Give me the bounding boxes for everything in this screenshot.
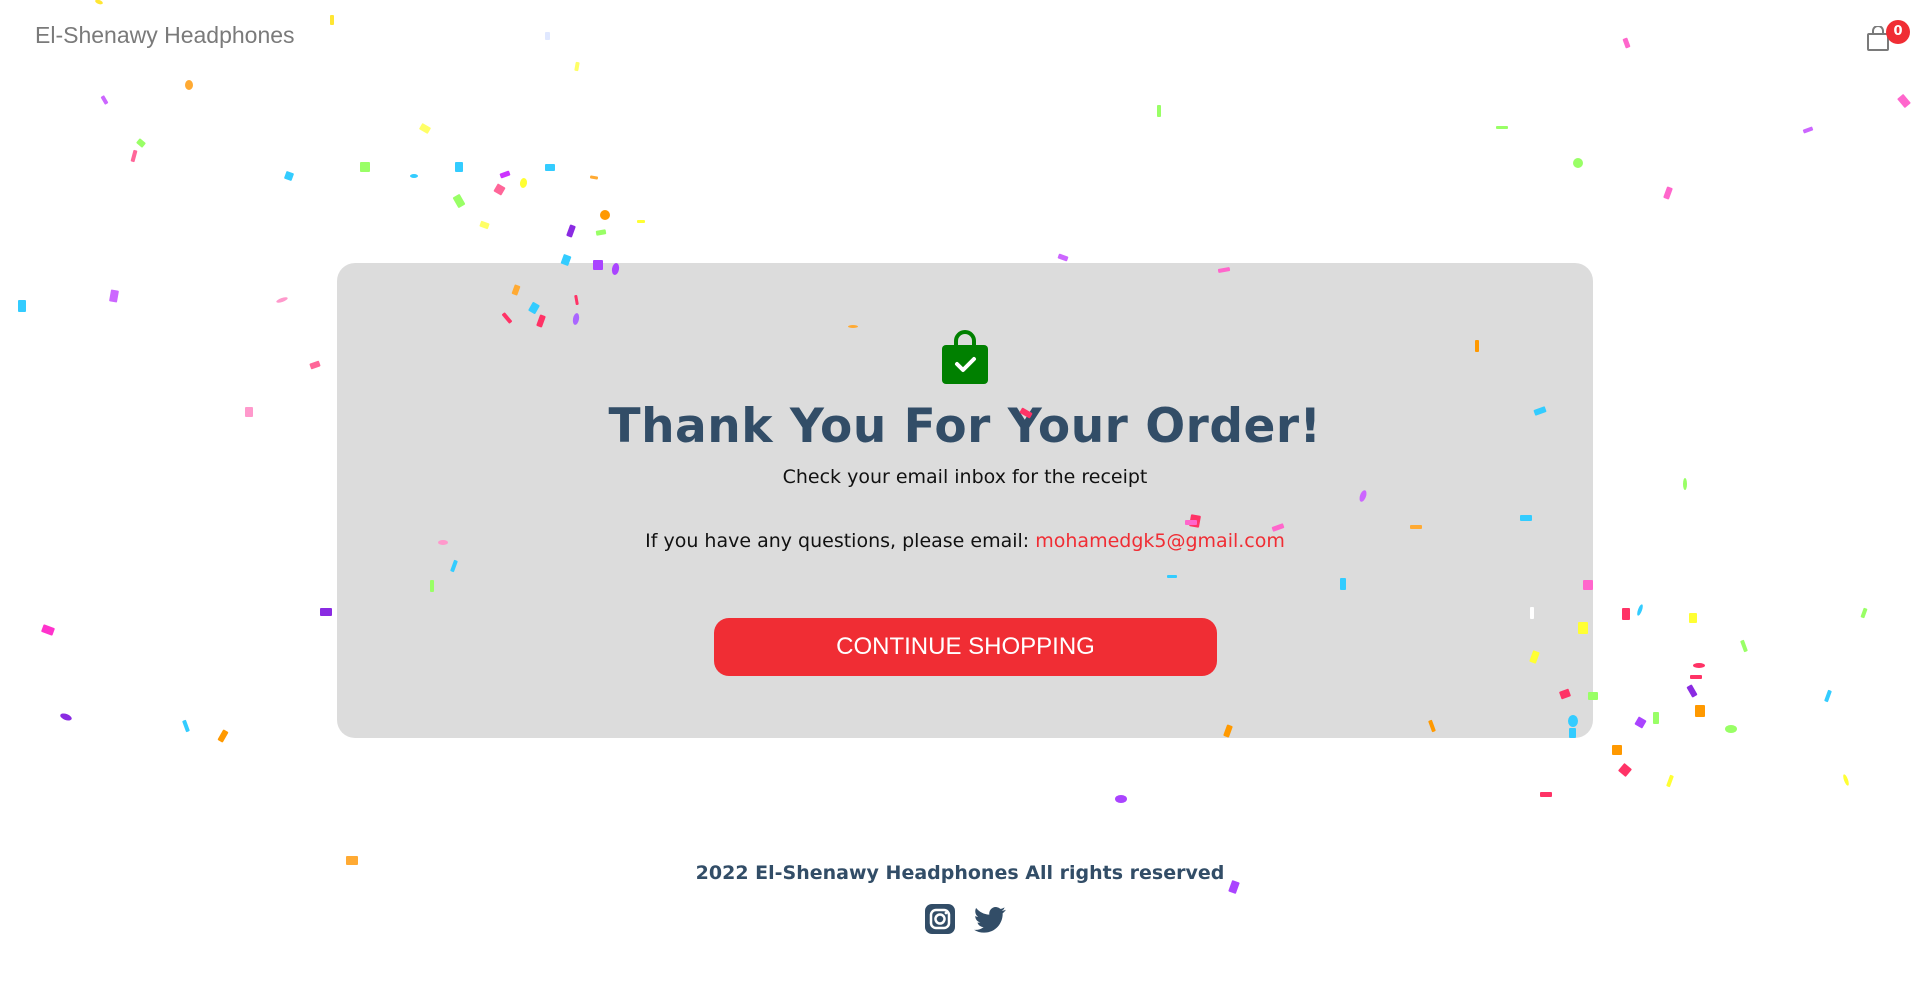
confetti-piece xyxy=(410,174,418,178)
confetti-piece xyxy=(1653,712,1659,724)
instagram-icon[interactable] xyxy=(925,904,955,934)
cart-count-badge: 0 xyxy=(1886,20,1910,44)
confetti-piece xyxy=(455,162,463,172)
questions-text: If you have any questions, please email:… xyxy=(337,530,1593,552)
confetti-piece xyxy=(479,220,490,230)
confetti-piece xyxy=(1496,126,1508,129)
confetti-piece xyxy=(1636,603,1644,617)
confetti-piece xyxy=(59,712,73,722)
confetti-piece xyxy=(499,170,511,179)
receipt-text: Check your email inbox for the receipt xyxy=(782,466,1148,488)
confetti-piece xyxy=(600,210,610,220)
confetti-piece xyxy=(360,162,370,172)
confetti-piece xyxy=(1157,105,1161,117)
confetti-piece xyxy=(1740,639,1748,653)
twitter-icon[interactable] xyxy=(974,906,1006,934)
confetti-piece xyxy=(1897,93,1911,109)
confetti-piece xyxy=(1573,158,1583,168)
success-bag-icon xyxy=(942,330,988,384)
confetti-piece xyxy=(493,183,506,196)
confetti-piece xyxy=(136,138,146,148)
confetti-piece xyxy=(1802,126,1814,134)
questions-label: If you have any questions, please email: xyxy=(645,530,1030,552)
confetti-piece xyxy=(1115,795,1127,803)
confetti-piece xyxy=(1057,253,1069,262)
confetti-piece xyxy=(217,729,229,743)
confetti-piece xyxy=(1683,478,1687,490)
confetti-piece xyxy=(1663,186,1673,200)
confetti-piece xyxy=(1690,675,1702,679)
confetti-piece xyxy=(1695,705,1705,717)
confetti-piece xyxy=(275,296,289,304)
confetti-piece xyxy=(545,164,555,171)
confetti-piece xyxy=(1693,663,1705,668)
confetti-piece xyxy=(589,175,599,180)
confetti-piece xyxy=(182,719,190,733)
copyright-text: 2022 El-Shenawy Headphones All rights re… xyxy=(695,862,1225,884)
confetti-piece xyxy=(1666,774,1674,788)
confetti-piece xyxy=(1686,684,1698,698)
success-card: Thank You For Your Order! Check your ema… xyxy=(337,263,1593,738)
confetti-piece xyxy=(320,608,332,616)
confetti-piece xyxy=(130,149,138,163)
confetti-piece xyxy=(40,624,56,636)
confetti-piece xyxy=(185,80,193,90)
confetti-piece xyxy=(595,229,607,236)
confetti-piece xyxy=(418,122,432,135)
email-link[interactable]: mohamedgk5@gmail.com xyxy=(1035,530,1285,552)
confetti-piece xyxy=(245,407,253,417)
confetti-piece xyxy=(637,220,645,223)
confetti-piece xyxy=(18,300,26,312)
logo-link[interactable]: El-Shenawy Headphones xyxy=(35,22,295,49)
confetti-piece xyxy=(100,95,109,105)
social-links xyxy=(0,904,1920,938)
confetti-piece xyxy=(1540,792,1552,797)
continue-shopping-button[interactable]: CONTINUE SHOPPING xyxy=(714,618,1217,676)
confetti-piece xyxy=(1612,745,1622,755)
confetti-piece xyxy=(452,193,466,209)
confetti-piece xyxy=(1824,689,1832,703)
confetti-piece xyxy=(1860,607,1868,619)
thank-you-title: Thank You For Your Order! xyxy=(608,399,1322,454)
confetti-piece xyxy=(1617,762,1633,778)
confetti-piece xyxy=(1634,716,1647,729)
navbar: El-Shenawy Headphones 0 xyxy=(0,0,1920,76)
confetti-piece xyxy=(283,170,295,182)
cart-button[interactable]: 0 xyxy=(1866,20,1910,54)
confetti-piece xyxy=(566,224,576,238)
confetti-piece xyxy=(1725,725,1737,733)
confetti-piece xyxy=(1689,613,1697,623)
confetti-piece xyxy=(519,177,528,189)
confetti-piece xyxy=(109,289,119,303)
footer: 2022 El-Shenawy Headphones All rights re… xyxy=(0,862,1920,934)
confetti-piece xyxy=(1622,608,1630,620)
confetti-piece xyxy=(309,360,321,370)
confetti-piece xyxy=(1842,773,1850,787)
